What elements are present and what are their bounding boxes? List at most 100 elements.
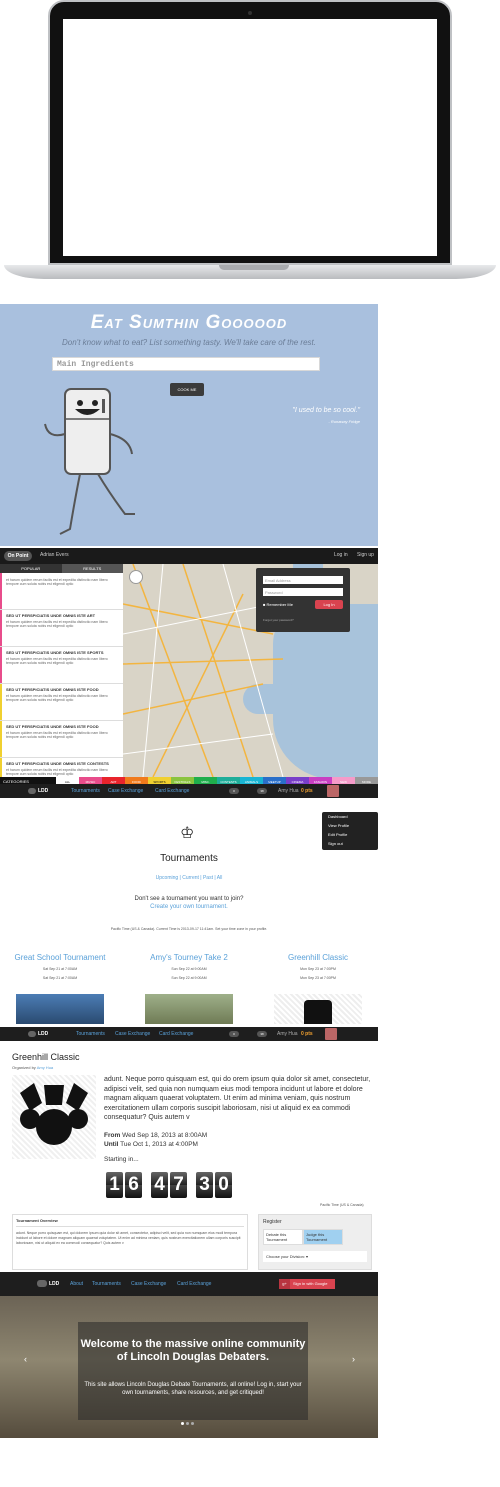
- map-logo[interactable]: On Point: [4, 551, 32, 561]
- ingredients-input[interactable]: Main Ingredients: [52, 357, 320, 371]
- tournament-card[interactable]: Amy's Tourney Take 2 Sun Sep 22 at 9:00A…: [137, 953, 241, 1024]
- hero-subtitle: This site allows Lincoln Douglas Debate …: [84, 1382, 302, 1396]
- tab-judge[interactable]: Judge this Tournament: [303, 1229, 343, 1245]
- tab-debate[interactable]: Debate this Tournament: [263, 1229, 303, 1245]
- timezone-label: Pacific Time (US & Canada): [320, 1203, 364, 1207]
- list-item[interactable]: et harum quidem rerum facilis est et exp…: [0, 573, 123, 610]
- eat-subtitle: Don't know what to eat? List something t…: [62, 338, 316, 347]
- tab-popular[interactable]: POPULAR: [0, 564, 62, 573]
- map-pan-control[interactable]: [129, 570, 143, 584]
- register-panel: Register Debate this Tournament Judge th…: [258, 1214, 372, 1270]
- countdown-label: Starting in...: [104, 1156, 139, 1163]
- notification-badge[interactable]: 0: [229, 788, 239, 794]
- nav-case-exchange[interactable]: Case Exchange: [131, 1281, 166, 1287]
- countdown-timer: 1 6 4 7 3 0: [106, 1172, 232, 1198]
- ldd-logo-icon: [28, 1031, 36, 1037]
- password-field[interactable]: Password: [263, 588, 343, 596]
- list-item[interactable]: SED UT PERSPICIATIS UNDE OMNIS ISTE FOOD…: [0, 684, 123, 721]
- tournament-image: [145, 994, 233, 1024]
- email-field[interactable]: Email Address: [263, 576, 343, 584]
- laptop-base: [4, 265, 496, 279]
- until-value: Tue Oct 1, 2013 at 4:00PM: [120, 1141, 198, 1148]
- message-badge[interactable]: 38: [257, 788, 267, 794]
- menu-sign-out[interactable]: Sign out: [322, 839, 378, 848]
- nav-card-exchange[interactable]: Card Exchange: [159, 1031, 193, 1037]
- remember-me-checkbox[interactable]: ■ Remember Me: [263, 602, 293, 607]
- tab-results[interactable]: RESULTS: [61, 564, 123, 573]
- cook-me-button[interactable]: COOK ME: [170, 383, 204, 396]
- item-desc: et harum quidem rerum facilis est et exp…: [6, 768, 108, 776]
- nav-card-exchange[interactable]: Card Exchange: [177, 1281, 211, 1287]
- tournament-title[interactable]: Greenhill Classic: [266, 953, 370, 962]
- division-label: Choose your Division:: [266, 1254, 305, 1259]
- map-login-link[interactable]: Log in: [334, 552, 348, 558]
- google-signin-button[interactable]: g+ Sign in with Google: [279, 1279, 335, 1289]
- timezone-note: Pacific Time (US & Canada). Current Time…: [110, 927, 268, 931]
- map-sidebar: POPULAR RESULTS et harum quidem rerum fa…: [0, 564, 123, 777]
- tournament-image: [274, 994, 362, 1024]
- overview-text: adunt. Neque porro quisquam est, qui dol…: [16, 1231, 241, 1245]
- create-tournament-link[interactable]: Create your own tournament.: [0, 904, 378, 910]
- tournament-image: [16, 994, 104, 1024]
- login-button[interactable]: Log In: [315, 600, 343, 609]
- fridge-quote: "I used to be so cool." - Runaway Fridge: [270, 407, 360, 424]
- map-signup-link[interactable]: Sign up: [357, 552, 374, 558]
- map-nav-user[interactable]: Adrian Evers: [40, 552, 69, 558]
- until-label: Until: [104, 1141, 119, 1148]
- organizer-link[interactable]: Amy Hua: [37, 1065, 53, 1070]
- tournament-description: adunt. Neque porro quisquam est, qui do …: [104, 1076, 371, 1121]
- map-app-screenshot: On Point Adrian Evers Log in Sign up POP…: [0, 548, 378, 796]
- tournament-card[interactable]: Greenhill Classic Mon Sep 23 at 7:00PM M…: [266, 953, 370, 1024]
- organizer-prefix: Organized by: [12, 1065, 36, 1070]
- ldd-brand[interactable]: LDD: [38, 788, 48, 794]
- avatar[interactable]: [327, 785, 339, 797]
- welcome-navbar: LDD About Tournaments Case Exchange Card…: [0, 1272, 378, 1296]
- camera-dot: [248, 11, 252, 15]
- quote-text: "I used to be so cool.": [292, 407, 360, 414]
- list-item[interactable]: SED UT PERSPICIATIS UNDE OMNIS ISTE ART e…: [0, 610, 123, 647]
- countdown-digit: 1: [106, 1172, 123, 1198]
- list-item[interactable]: SED UT PERSPICIATIS UNDE OMNIS ISTE SPOR…: [0, 647, 123, 684]
- tournament-date: Mon Sep 23 at 7:00PM: [300, 976, 336, 980]
- ldd-navbar: LDD Tournaments Case Exchange Card Excha…: [0, 1027, 378, 1041]
- item-title: SED UT PERSPICIATIS UNDE OMNIS ISTE FOOD: [6, 687, 99, 692]
- nav-about[interactable]: About: [70, 1281, 83, 1287]
- list-item[interactable]: SED UT PERSPICIATIS UNDE OMNIS ISTE CONT…: [0, 758, 123, 777]
- list-item[interactable]: SED UT PERSPICIATIS UNDE OMNIS ISTE FOOD…: [0, 721, 123, 758]
- tournament-title[interactable]: Amy's Tourney Take 2: [137, 953, 241, 962]
- ldd-brand[interactable]: LDD: [49, 1281, 59, 1287]
- category-bar: [0, 573, 2, 609]
- menu-edit-profile[interactable]: Edit Profile: [322, 830, 378, 839]
- item-desc: et harum quidem rerum facilis est et exp…: [6, 694, 108, 702]
- tournament-dates: From Wed Sep 18, 2013 at 8:00AM Until Tu…: [104, 1131, 207, 1149]
- notification-badge[interactable]: 0: [229, 1031, 239, 1037]
- tournament-filters[interactable]: Upcoming | Current | Past | All: [0, 875, 378, 881]
- carousel-prev-icon[interactable]: ‹: [24, 1354, 27, 1364]
- category-bar: [0, 647, 2, 683]
- tournament-card[interactable]: Great School Tournament Sat Sep 21 at 7:…: [8, 953, 112, 1024]
- nav-case-exchange[interactable]: Case Exchange: [108, 788, 143, 794]
- remember-label: Remember Me: [266, 602, 293, 607]
- organizer-line: Organized by Amy Hua: [12, 1065, 53, 1070]
- nav-case-exchange[interactable]: Case Exchange: [115, 1031, 150, 1037]
- nav-tournaments[interactable]: Tournaments: [76, 1031, 105, 1037]
- nav-tournaments[interactable]: Tournaments: [71, 788, 100, 794]
- avatar[interactable]: [325, 1028, 337, 1040]
- eat-title: Eat Sumthin Goooood: [90, 312, 288, 333]
- menu-dashboard[interactable]: Dashboard: [322, 812, 378, 821]
- ldd-brand[interactable]: LDD: [38, 1031, 48, 1037]
- carousel-next-icon[interactable]: ›: [352, 1354, 355, 1364]
- tournaments-screenshot: Dashboard View Profile Edit Profile Sign…: [0, 798, 378, 1028]
- category-bar: [0, 610, 2, 646]
- nav-card-exchange[interactable]: Card Exchange: [155, 788, 189, 794]
- user-name[interactable]: Amy Hua: [278, 788, 299, 794]
- division-select[interactable]: Choose your Division: ▾: [263, 1251, 367, 1262]
- user-name[interactable]: Amy Hua: [277, 1031, 298, 1037]
- item-title: SED UT PERSPICIATIS UNDE OMNIS ISTE SPOR…: [6, 650, 104, 655]
- nav-tournaments[interactable]: Tournaments: [92, 1281, 121, 1287]
- forgot-password-link[interactable]: Forgot your password?: [263, 618, 294, 622]
- tournament-title[interactable]: Great School Tournament: [8, 953, 112, 962]
- carousel-indicators[interactable]: [181, 1422, 194, 1425]
- message-badge[interactable]: 38: [257, 1031, 267, 1037]
- menu-view-profile[interactable]: View Profile: [322, 821, 378, 830]
